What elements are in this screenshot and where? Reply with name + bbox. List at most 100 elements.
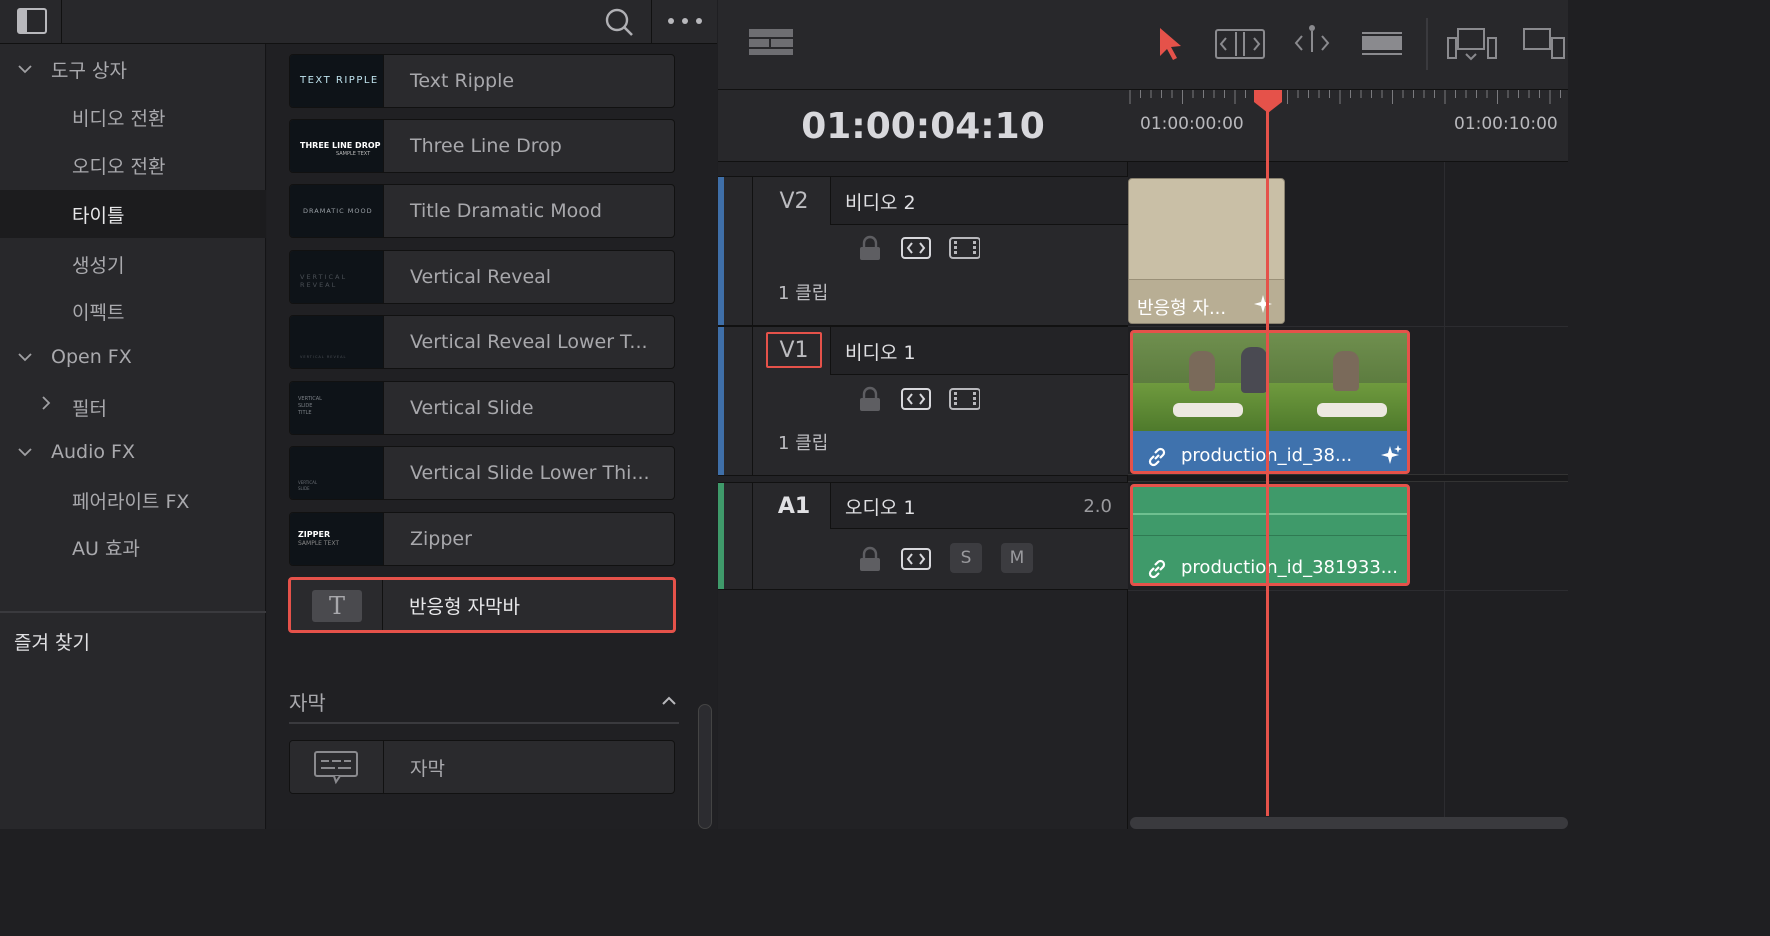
title-item-label: Zipper (410, 528, 472, 550)
chevron-down-icon (18, 448, 32, 457)
insert-clip-button[interactable] (1446, 26, 1500, 64)
video-clip[interactable]: production_id_38... (1130, 330, 1410, 474)
section-divider (289, 722, 679, 724)
track-clip-count: 1 클립 (778, 433, 829, 454)
sidebar-item-audio-fx[interactable]: Audio FX (0, 428, 266, 476)
chevron-down-icon (18, 65, 32, 74)
lock-track-icon[interactable] (854, 386, 886, 412)
mute-button[interactable]: M (1001, 543, 1033, 573)
blade-tool-button[interactable] (1360, 26, 1404, 62)
sidebar-item-label: AU 효과 (72, 537, 140, 560)
track-header-a1: A1 오디오 1 2.0 S M (718, 482, 1128, 590)
solo-button[interactable]: S (950, 543, 982, 573)
title-item-label: Vertical Slide Lower Thi... (410, 462, 650, 484)
track-name-field[interactable]: 비디오 2 (830, 177, 1128, 225)
title-clip[interactable]: 반응형 자... (1128, 178, 1285, 324)
favorites-label[interactable]: 즐겨 찾기 (14, 628, 90, 655)
title-item-label: Vertical Slide (410, 397, 534, 419)
link-icon (1148, 559, 1166, 579)
subtitle-item[interactable]: 자막 (289, 740, 675, 794)
search-button[interactable] (596, 0, 642, 44)
title-item-label: 반응형 자막바 (409, 595, 520, 618)
auto-select-track-icon[interactable] (900, 235, 932, 261)
collapse-section-button[interactable] (656, 689, 682, 711)
title-item-vertical-reveal[interactable]: VERTICAL REVEAL Vertical Reveal (289, 250, 675, 304)
title-item-title-dramatic-mood[interactable]: DRAMATIC MOOD Title Dramatic Mood (289, 184, 675, 238)
title-item-vertical-slide-lower-third[interactable]: VERTICAL SLIDE Vertical Slide Lower Thi.… (289, 446, 675, 500)
lock-track-icon[interactable] (854, 546, 886, 572)
title-thumbnail: THREE LINE DROP SAMPLE TEXT (290, 120, 384, 172)
toggle-sidebar-button[interactable] (0, 0, 62, 44)
title-item-label: Text Ripple (410, 70, 515, 92)
sidebar-item-au-effects[interactable]: AU 효과 (0, 523, 266, 571)
list-scrollbar[interactable] (698, 704, 712, 829)
timecode-header: 01:00:04:10 (718, 90, 1128, 162)
track-id[interactable]: V2 (766, 183, 822, 219)
insert-clip-icon (1447, 28, 1497, 61)
auto-select-track-icon[interactable] (900, 386, 932, 412)
title-thumbnail: VERTICAL SLIDE TITLE (290, 382, 384, 434)
sidebar-item-titles[interactable]: 타이틀 (0, 190, 266, 238)
title-item-text-ripple[interactable]: TEXT RIPPLE Text Ripple (289, 54, 675, 108)
timeline-horizontal-scrollbar[interactable] (1130, 817, 1568, 829)
title-item-three-line-drop[interactable]: THREE LINE DROP SAMPLE TEXT Three Line D… (289, 119, 675, 173)
overwrite-clip-button[interactable] (1522, 26, 1568, 64)
title-thumbnail: VERTICAL SLIDE (290, 447, 384, 499)
sidebar-item-label: 생성기 (72, 254, 125, 277)
sidebar-item-audio-transitions[interactable]: 오디오 전환 (0, 141, 266, 189)
track-divider (1128, 590, 1568, 591)
more-options-button[interactable] (651, 0, 717, 44)
sidebar-item-filters[interactable]: 필터 (0, 383, 266, 431)
title-item-responsive-subtitle-bar[interactable]: T 반응형 자막바 (288, 577, 676, 633)
track-name-field[interactable]: 비디오 1 (830, 327, 1128, 375)
title-item-label: Three Line Drop (410, 135, 562, 157)
title-item-zipper[interactable]: ZIPPER SAMPLE TEXT Zipper (289, 512, 675, 566)
subtitles-section-title: 자막 (289, 691, 326, 715)
title-thumbnail: ZIPPER SAMPLE TEXT (290, 513, 384, 565)
sidebar-item-video-transitions[interactable]: 비디오 전환 (0, 93, 266, 141)
title-thumbnail: VERTICAL REVEAL (290, 251, 384, 303)
timeline-view-options-button[interactable] (748, 26, 794, 58)
playhead-marker[interactable] (1253, 90, 1283, 114)
title-item-vertical-reveal-lower-third[interactable]: VERTICAL REVEAL Vertical Reveal Lower T.… (289, 315, 675, 369)
lock-track-icon[interactable] (854, 235, 886, 261)
title-item-label: Vertical Reveal (410, 266, 552, 288)
auto-select-track-icon[interactable] (900, 546, 932, 572)
timeline-view-icon (749, 29, 793, 55)
clip-name: production_id_381933... (1181, 557, 1398, 578)
person-figure (1189, 351, 1215, 391)
playhead-line[interactable] (1266, 108, 1269, 816)
timeline-ruler[interactable]: 01:00:00:00 01:00:10:00 (1128, 90, 1568, 162)
sidebar-item-fairlight-fx[interactable]: 페어라이트 FX (0, 476, 266, 524)
audio-clip[interactable]: production_id_381933... (1130, 484, 1410, 586)
effects-library-toolbar (0, 0, 717, 44)
track-id-destination[interactable]: V1 (766, 332, 822, 368)
sidebar-item-toolbox[interactable]: 도구 상자 (0, 45, 266, 93)
track-name-field[interactable]: 오디오 1 2.0 (830, 483, 1128, 529)
track-name: 비디오 1 (845, 341, 916, 364)
sidebar-item-effects[interactable]: 이펙트 (0, 287, 266, 335)
sidebar-item-label: 타이틀 (72, 204, 125, 227)
dynamic-trim-tool-button[interactable] (1288, 22, 1336, 62)
sidebar-item-generators[interactable]: 생성기 (0, 240, 266, 288)
search-icon (605, 8, 633, 36)
track-output-film-icon[interactable] (948, 386, 980, 412)
trim-edit-tool-button[interactable] (1214, 26, 1266, 62)
sidebar-item-label: 필터 (72, 397, 107, 420)
timecode-display[interactable]: 01:00:04:10 (718, 90, 1128, 162)
subtitle-caption-icon (314, 751, 358, 785)
selection-tool-button[interactable] (1154, 24, 1186, 64)
track-id[interactable]: A1 (766, 488, 822, 524)
chevron-down-icon (18, 353, 32, 362)
title-item-vertical-slide[interactable]: VERTICAL SLIDE TITLE Vertical Slide (289, 381, 675, 435)
sidebar-item-label: 이펙트 (72, 301, 125, 324)
sidebar-panel-icon (17, 8, 47, 34)
audio-channel-format: 2.0 (1083, 495, 1112, 517)
timeline-toolbar (718, 0, 1568, 90)
title-thumbnail: VERTICAL REVEAL (290, 316, 384, 368)
sidebar-item-open-fx[interactable]: Open FX (0, 333, 266, 381)
track-output-film-icon[interactable] (948, 235, 980, 261)
dynamic-trim-icon (1294, 25, 1330, 52)
person-figure (1333, 351, 1359, 391)
sidebar-item-label: Audio FX (51, 441, 135, 463)
